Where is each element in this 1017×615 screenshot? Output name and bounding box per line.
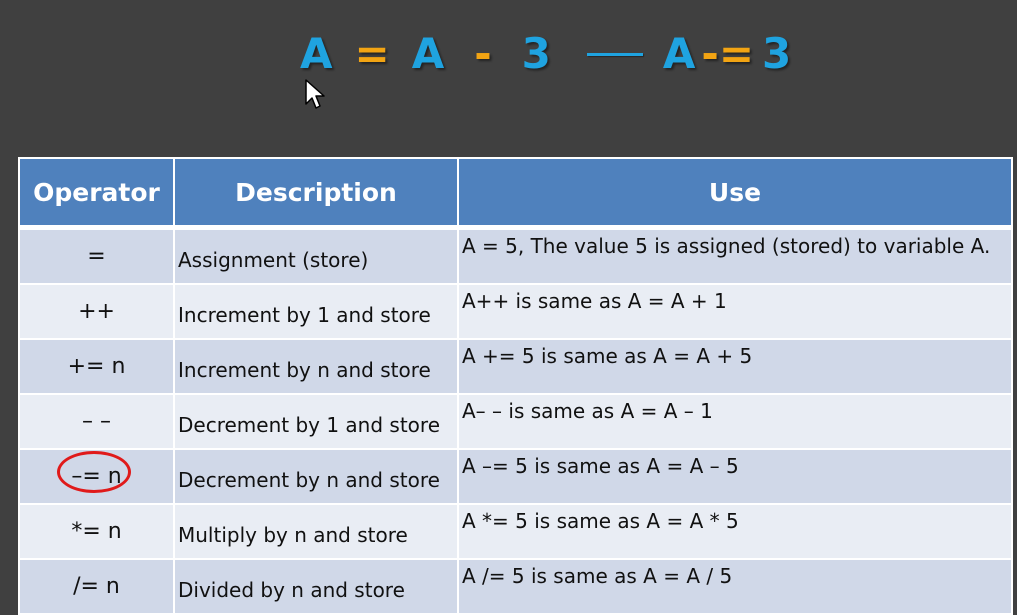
table-header-row: Operator Description Use (18, 157, 1013, 230)
table-row: –= n Decrement by n and store A –= 5 is … (18, 448, 1013, 505)
mouse-pointer-icon (305, 79, 325, 109)
formula-number: 3 (521, 29, 551, 78)
red-circle-annotation (57, 451, 131, 493)
operator-cell: = (18, 226, 175, 285)
operator-cell: /= n (18, 558, 175, 615)
description-cell: Decrement by 1 and store (173, 393, 459, 450)
use-cell: A++ is same as A = A + 1 (457, 283, 1013, 340)
table-row: += n Increment by n and store A += 5 is … (18, 338, 1013, 395)
description-cell: Assignment (store) (173, 226, 459, 285)
use-cell: A– – is same as A = A – 1 (457, 393, 1013, 450)
operators-table: Operator Description Use = Assignment (s… (18, 157, 1013, 615)
operator-cell: += n (18, 338, 175, 395)
formula-heading: A = A - 3 A -= 3 (300, 30, 791, 78)
formula-separator-line (586, 52, 643, 56)
table-row: ++ Increment by 1 and store A++ is same … (18, 283, 1013, 340)
column-header-operator: Operator (18, 157, 175, 230)
use-cell: A += 5 is same as A = A + 5 (457, 338, 1013, 395)
description-cell: Decrement by n and store (173, 448, 459, 505)
table-row: /= n Divided by n and store A /= 5 is sa… (18, 558, 1013, 615)
column-header-use: Use (457, 157, 1013, 230)
formula-minus: - (474, 29, 492, 78)
description-cell: Increment by n and store (173, 338, 459, 395)
use-cell: A = 5, The value 5 is assigned (stored) … (457, 226, 1013, 285)
formula-equals: = (354, 29, 390, 78)
formula-var-a: A (411, 29, 445, 78)
table-row: – – Decrement by 1 and store A– – is sam… (18, 393, 1013, 450)
description-cell: Divided by n and store (173, 558, 459, 615)
table-row: *= n Multiply by n and store A *= 5 is s… (18, 503, 1013, 560)
description-cell: Increment by 1 and store (173, 283, 459, 340)
operator-cell: – – (18, 393, 175, 450)
operator-cell-highlighted: –= n (18, 448, 175, 505)
operator-cell: ++ (18, 283, 175, 340)
use-cell: A /= 5 is same as A = A / 5 (457, 558, 1013, 615)
formula-minus-equals: -= (701, 29, 755, 78)
formula-var-a: A (300, 29, 333, 78)
table-row: = Assignment (store) A = 5, The value 5 … (18, 226, 1013, 285)
formula-number: 3 (762, 29, 792, 78)
use-cell: A –= 5 is same as A = A – 5 (457, 448, 1013, 505)
operator-cell: *= n (18, 503, 175, 560)
description-cell: Multiply by n and store (173, 503, 459, 560)
formula-var-a: A (662, 29, 696, 78)
use-cell: A *= 5 is same as A = A * 5 (457, 503, 1013, 560)
column-header-description: Description (173, 157, 459, 230)
